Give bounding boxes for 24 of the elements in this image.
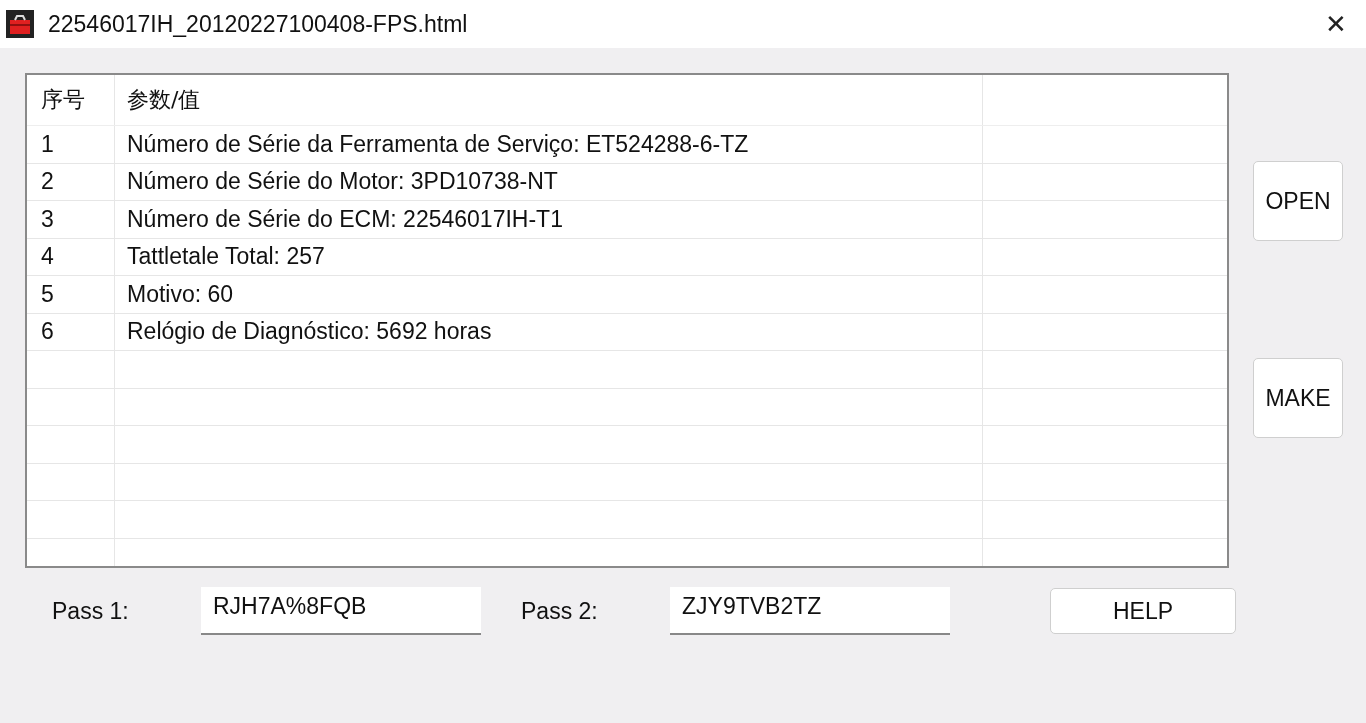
table-cell: Número de Série do ECM: 22546017IH-T1 (115, 201, 983, 238)
close-button[interactable]: ✕ (1306, 0, 1366, 48)
table-cell: Motivo: 60 (115, 276, 983, 313)
action-button[interactable]: OPEN (1253, 161, 1343, 241)
table-cell: Número de Série do Motor: 3PD10738-NT (115, 163, 983, 200)
column-header: 序号 (27, 75, 115, 125)
table-cell: 5 (27, 276, 115, 313)
window-title: 22546017IH_20120227100408-FPS.html (48, 10, 469, 38)
table-cell: 6 (27, 313, 115, 350)
password-field[interactable]: ZJY9TVB2TZ (670, 587, 950, 635)
field-label: Pass 1: (52, 597, 130, 625)
table-cell: Relógio de Diagnóstico: 5692 horas (115, 313, 983, 350)
password-field[interactable]: RJH7A%8FQB (201, 587, 481, 635)
help-button[interactable]: HELP (1050, 588, 1236, 634)
table-cell: 1 (27, 126, 115, 163)
column-header: 参数/值 (115, 75, 983, 125)
field-label: Pass 2: (521, 597, 599, 625)
toolbox-icon (6, 10, 34, 38)
table-cell: 2 (27, 163, 115, 200)
table-cell: 4 (27, 238, 115, 275)
table-cell: 3 (27, 201, 115, 238)
table-cell: Número de Série da Ferramenta de Serviço: ET524288-6-TZ (115, 126, 983, 163)
table-cell: Tattletale Total: 257 (115, 238, 983, 275)
action-button[interactable]: MAKE (1253, 358, 1343, 438)
